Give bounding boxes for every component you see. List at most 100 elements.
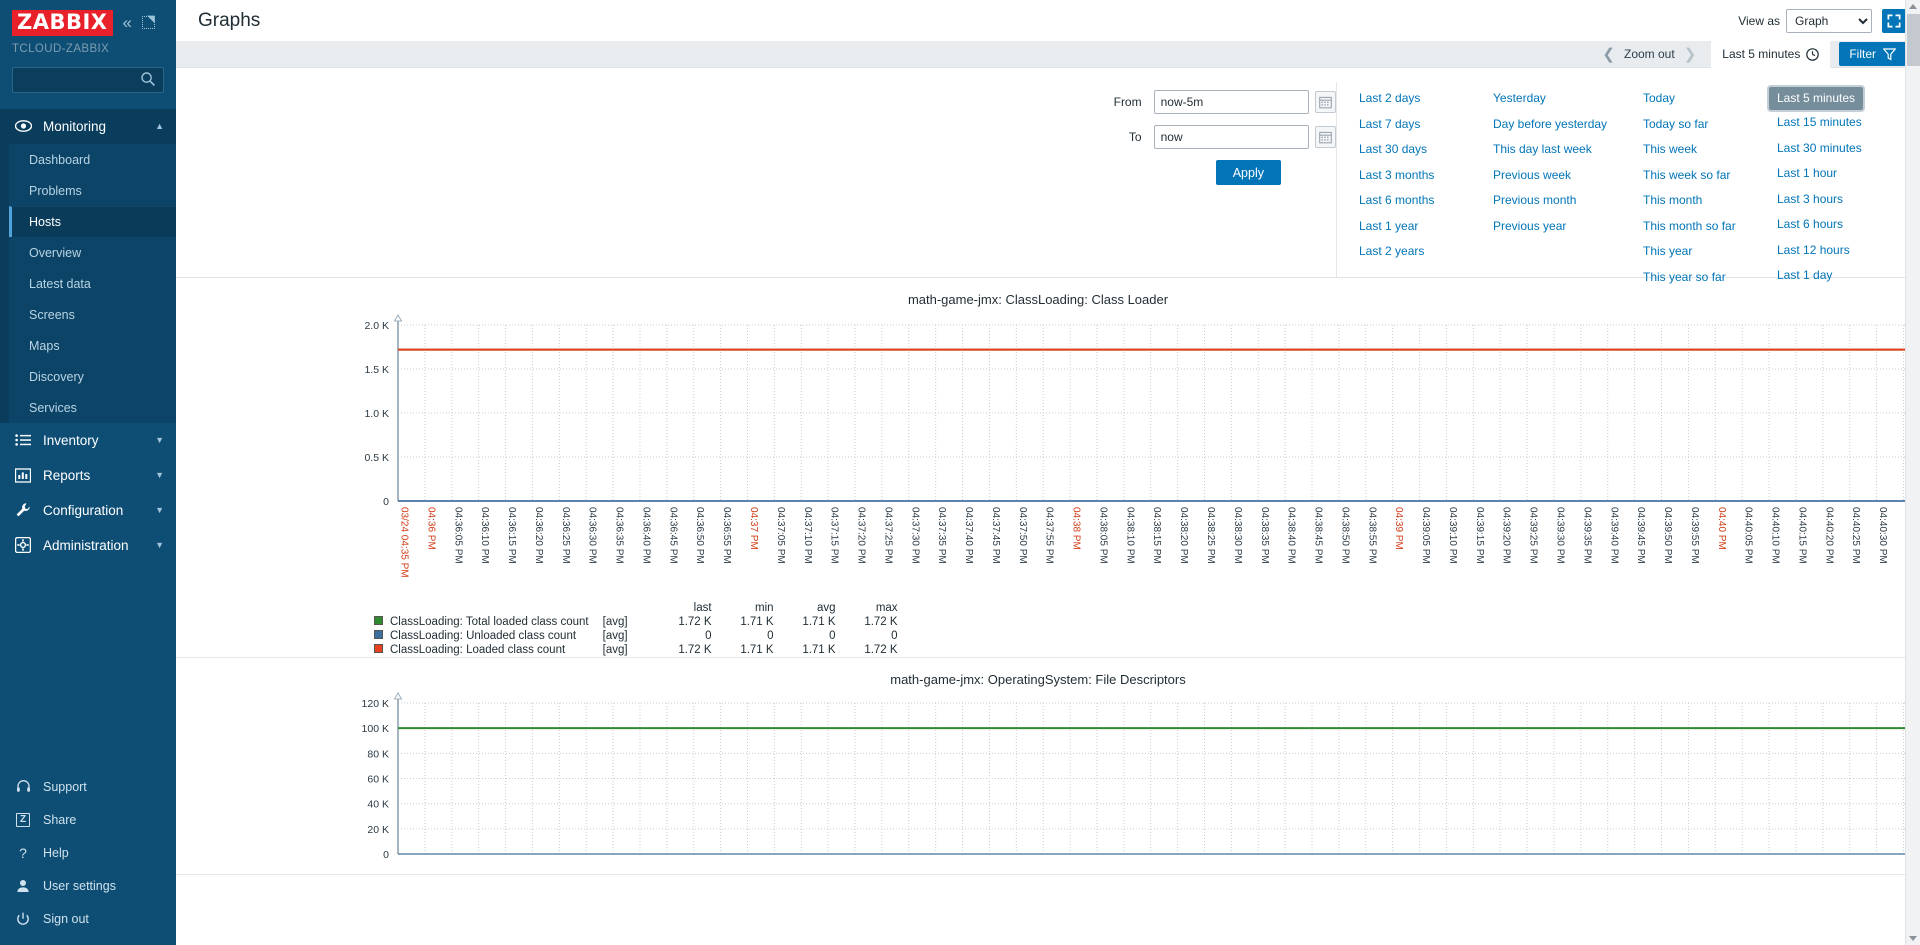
sidebar-group-inventory[interactable]: Inventory ▼ [0, 422, 176, 458]
sidebar-item-screens[interactable]: Screens [9, 298, 176, 330]
svg-text:04:39:35 PM: 04:39:35 PM [1581, 507, 1592, 564]
preset-yesterday[interactable]: Yesterday [1493, 86, 1643, 112]
time-inputs: From now-5m To now Apply [176, 82, 1336, 277]
collapse-sidebar-icon[interactable]: « [123, 14, 132, 31]
footer-item-help[interactable]: ? Help [0, 836, 176, 869]
from-input[interactable] [1153, 90, 1309, 114]
footer-item-share[interactable]: Z Share [0, 803, 176, 836]
sidebar-group-label: Inventory [43, 432, 99, 448]
preset-last-12-hours[interactable]: Last 12 hours [1777, 238, 1911, 264]
zabbix-logo[interactable]: ZABBIX [12, 10, 113, 36]
sidebar-item-maps[interactable]: Maps [9, 329, 176, 361]
to-input[interactable] [1153, 125, 1309, 149]
svg-text:2.0 K: 2.0 K [364, 320, 389, 332]
preset-this-month[interactable]: This month [1643, 188, 1777, 214]
svg-text:04:40 PM: 04:40 PM [1716, 507, 1727, 550]
chart-filedescriptors[interactable]: 0 20 K 40 K 60 K 80 K 100 K 120 K [176, 689, 1920, 874]
filter-button[interactable]: Filter [1839, 42, 1906, 66]
preset-last-6-hours[interactable]: Last 6 hours [1777, 212, 1911, 238]
chart2-svg[interactable]: 0 20 K 40 K 60 K 80 K 100 K 120 K [176, 689, 1920, 869]
sidebar-item-services[interactable]: Services [9, 391, 176, 423]
legend-min: 1.71 K [740, 615, 774, 628]
to-calendar-icon[interactable] [1314, 126, 1336, 148]
hide-sidebar-icon[interactable] [141, 16, 155, 30]
preset-previous-month[interactable]: Previous month [1493, 188, 1643, 214]
scrollbar-thumb[interactable] [1907, 14, 1920, 66]
legend-min: 1.71 K [740, 643, 774, 656]
preset-this-day-last-week[interactable]: This day last week [1493, 137, 1643, 163]
sidebar-item-latest-data[interactable]: Latest data [9, 267, 176, 299]
preset-last-3-hours[interactable]: Last 3 hours [1777, 187, 1911, 213]
graph-title: math-game-jmx: ClassLoading: Class Loade… [907, 292, 1169, 307]
view-as-select[interactable]: Graph [1786, 8, 1872, 33]
scroll-up-arrow[interactable] [1909, 4, 1917, 9]
svg-text:40 K: 40 K [367, 799, 389, 811]
svg-text:120 K: 120 K [362, 698, 389, 710]
zoom-out-button[interactable]: Zoom out [1624, 47, 1675, 61]
preset-this-year[interactable]: This year [1643, 239, 1777, 265]
preset-this-month-so-far[interactable]: This month so far [1643, 214, 1777, 240]
svg-text:04:37:20 PM: 04:37:20 PM [856, 507, 867, 564]
preset-day-before-yesterday[interactable]: Day before yesterday [1493, 112, 1643, 138]
preset-this-week[interactable]: This week [1643, 137, 1777, 163]
sidebar-group-configuration[interactable]: Configuration ▼ [0, 492, 176, 528]
chart-classloading[interactable]: 0 0.5 K 1.0 K 1.5 K 2.0 K 03/24 04:35 PM 04:36… [176, 309, 1920, 599]
sidebar-item-discovery[interactable]: Discovery [9, 360, 176, 392]
svg-text:04:39:40 PM: 04:39:40 PM [1608, 507, 1619, 564]
preset-today-so-far[interactable]: Today so far [1643, 112, 1777, 138]
preset-previous-week[interactable]: Previous week [1493, 163, 1643, 189]
legend-avg: 1.71 K [802, 643, 836, 656]
preset-last-2-years[interactable]: Last 2 years [1359, 239, 1493, 265]
zabbix-app: ZABBIX « TCLOUD-ZABBIX [0, 0, 1920, 945]
footer-item-label: Support [43, 779, 87, 794]
preset-column-4: Last 5 minutes Last 15 minutes Last 30 m… [1769, 86, 1911, 282]
preset-previous-year[interactable]: Previous year [1493, 214, 1643, 240]
sidebar-item-dashboard[interactable]: Dashboard [9, 143, 176, 175]
sidebar-item-problems[interactable]: Problems [9, 174, 176, 206]
chevron-right-icon[interactable]: ❯ [1675, 47, 1706, 62]
footer-item-sign-out[interactable]: Sign out [0, 902, 176, 935]
page-scrollbar[interactable] [1905, 0, 1920, 945]
preset-last-6-months[interactable]: Last 6 months [1359, 188, 1493, 214]
search-input[interactable] [12, 66, 164, 93]
graph-title: math-game-jmx: OperatingSystem: File Des… [890, 672, 1186, 687]
svg-text:04:36:45 PM: 04:36:45 PM [667, 507, 678, 564]
svg-text:04:37:50 PM: 04:37:50 PM [1017, 507, 1028, 564]
footer-item-label: Help [43, 845, 69, 860]
preset-last-7-days[interactable]: Last 7 days [1359, 112, 1493, 138]
preset-last-30-days[interactable]: Last 30 days [1359, 137, 1493, 163]
sidebar-group-administration[interactable]: Administration ▼ [0, 527, 176, 563]
svg-text:04:36:15 PM: 04:36:15 PM [506, 507, 517, 564]
preset-last-1-year[interactable]: Last 1 year [1359, 214, 1493, 240]
sidebar-group-reports[interactable]: Reports ▼ [0, 457, 176, 493]
svg-text:04:39:15 PM: 04:39:15 PM [1474, 507, 1485, 564]
preset-last-5-minutes[interactable]: Last 5 minutes [1769, 87, 1864, 110]
preset-last-2-days[interactable]: Last 2 days [1359, 86, 1493, 112]
footer-item-user-settings[interactable]: User settings [0, 869, 176, 902]
sidebar-item-overview[interactable]: Overview [9, 236, 176, 268]
apply-button[interactable]: Apply [1215, 160, 1281, 185]
eye-icon [14, 120, 32, 133]
chart1-legend: last min avg max ClassLoading: Total loa… [374, 601, 898, 657]
preset-last-1-hour[interactable]: Last 1 hour [1777, 161, 1911, 187]
chevron-left-icon[interactable]: ❮ [1593, 47, 1624, 62]
chart1-svg[interactable]: 0 0.5 K 1.0 K 1.5 K 2.0 K 03/24 04:35 PM 04:36… [176, 309, 1920, 594]
kiosk-mode-button[interactable] [1882, 8, 1906, 33]
from-calendar-icon[interactable] [1314, 91, 1336, 113]
footer-item-support[interactable]: Support [0, 770, 176, 803]
preset-today[interactable]: Today [1643, 86, 1777, 112]
filter-label: Filter [1849, 47, 1876, 61]
preset-this-week-so-far[interactable]: This week so far [1643, 163, 1777, 189]
sidebar-group-monitoring[interactable]: Monitoring ▲ [0, 108, 176, 144]
scroll-down-arrow[interactable] [1909, 936, 1917, 941]
preset-last-30-minutes[interactable]: Last 30 minutes [1777, 136, 1911, 162]
sidebar-item-hosts[interactable]: Hosts [9, 205, 176, 237]
time-presets: Last 2 days Last 7 days Last 30 days Las… [1336, 82, 1920, 284]
svg-text:04:38:05 PM: 04:38:05 PM [1097, 507, 1108, 564]
preset-last-15-minutes[interactable]: Last 15 minutes [1777, 110, 1911, 136]
time-range-tab[interactable]: Last 5 minutes [1711, 40, 1831, 68]
preset-last-3-months[interactable]: Last 3 months [1359, 163, 1493, 189]
svg-text:04:39 PM: 04:39 PM [1393, 507, 1404, 550]
legend-max: 0 [891, 629, 898, 642]
graph-block-filedescriptors: math-game-jmx: OperatingSystem: File Des… [176, 658, 1920, 875]
